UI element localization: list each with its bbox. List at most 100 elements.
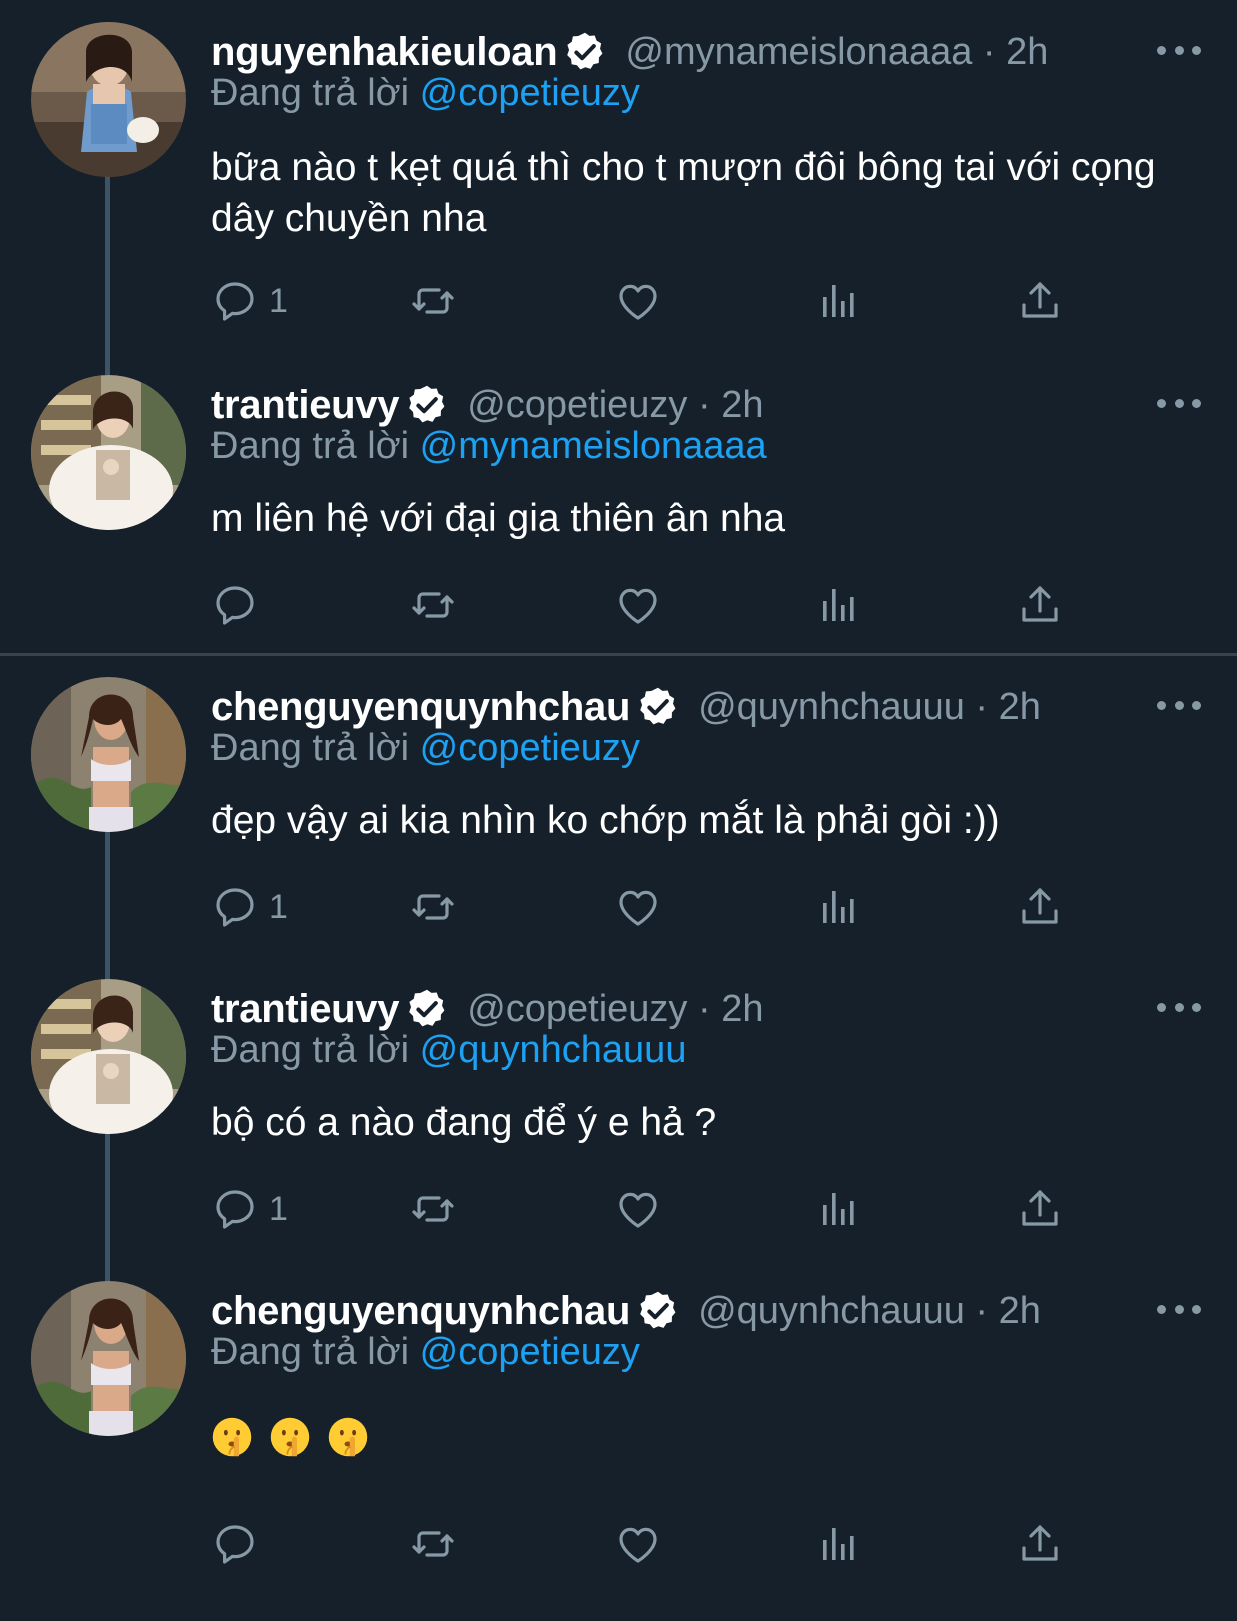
tweet-text: m liên hệ với đại gia thiên ân nha (211, 497, 786, 540)
like-button[interactable] (614, 882, 662, 932)
analytics-icon (815, 581, 863, 629)
replying-prefix: Đang trả lời (211, 72, 410, 114)
share-icon (1016, 883, 1064, 931)
reply-mention-link[interactable]: @quynhchauuu (420, 1029, 687, 1071)
replying-prefix: Đang trả lời (211, 727, 410, 769)
tweet[interactable]: chenguyenquynhchau @quynhchauuu · 2h Đan… (0, 677, 1237, 957)
retweet-button[interactable] (409, 580, 457, 630)
analytics-icon (815, 277, 863, 325)
tweet-emoji (211, 1416, 369, 1458)
tweet-actions (211, 1519, 1091, 1569)
retweet-button[interactable] (409, 1184, 457, 1234)
reply-icon (211, 883, 259, 931)
heart-icon (614, 581, 662, 629)
share-button[interactable] (1016, 1519, 1064, 1569)
reply-count: 1 (269, 1189, 288, 1228)
replying-to: Đang trả lời @copetieuzy (211, 72, 640, 115)
tweet-actions: 1 (211, 276, 1091, 326)
reply-icon (211, 277, 259, 325)
verified-badge-icon (636, 685, 680, 729)
conversation-divider (0, 653, 1237, 656)
share-icon (1016, 277, 1064, 325)
reply-mention-link[interactable]: @copetieuzy (420, 1331, 640, 1373)
reply-mention-link[interactable]: @copetieuzy (420, 727, 640, 769)
display-name[interactable]: nguyenhakieuloan (211, 30, 558, 75)
avatar[interactable] (31, 375, 186, 530)
analytics-icon (815, 1185, 863, 1233)
verified-badge-icon (636, 1289, 680, 1333)
share-button[interactable] (1016, 276, 1064, 326)
avatar[interactable] (31, 979, 186, 1134)
retweet-icon (409, 277, 457, 325)
reply-count: 1 (269, 281, 288, 320)
shushing-face-emoji-icon (327, 1416, 369, 1458)
views-button[interactable] (815, 882, 863, 932)
reply-button[interactable]: 1 (211, 276, 288, 326)
verified-badge-icon (563, 30, 607, 74)
share-icon (1016, 581, 1064, 629)
handle-and-time: @copetieuzy · 2h (467, 987, 764, 1030)
retweet-button[interactable] (409, 1519, 457, 1569)
reply-button[interactable]: 1 (211, 882, 288, 932)
retweet-button[interactable] (409, 276, 457, 326)
more-icon[interactable] (1157, 40, 1201, 60)
share-icon (1016, 1520, 1064, 1568)
reply-mention-link[interactable]: @copetieuzy (420, 72, 640, 114)
tweet[interactable]: chenguyenquynhchau @quynhchauuu · 2h Đan… (0, 1281, 1237, 1601)
display-name[interactable]: chenguyenquynhchau (211, 685, 630, 730)
reply-button[interactable]: 1 (211, 1184, 288, 1234)
more-icon[interactable] (1157, 393, 1201, 413)
more-icon[interactable] (1157, 997, 1201, 1017)
reply-button[interactable] (211, 580, 269, 630)
analytics-icon (815, 883, 863, 931)
avatar[interactable] (31, 22, 186, 177)
avatar[interactable] (31, 677, 186, 832)
display-name[interactable]: trantieuvy (211, 383, 399, 428)
replying-prefix: Đang trả lời (211, 425, 410, 467)
avatar[interactable] (31, 1281, 186, 1436)
display-name[interactable]: chenguyenquynhchau (211, 1289, 630, 1334)
handle-and-time: @copetieuzy · 2h (467, 383, 764, 426)
retweet-button[interactable] (409, 882, 457, 932)
replying-to: Đang trả lời @quynhchauuu (211, 1029, 686, 1072)
more-icon[interactable] (1157, 1299, 1201, 1319)
share-button[interactable] (1016, 1184, 1064, 1234)
like-button[interactable] (614, 580, 662, 630)
retweet-icon (409, 883, 457, 931)
tweet-text: đẹp vậy ai kia nhìn ko chớp mắt là phải … (211, 799, 1000, 842)
tweet[interactable]: trantieuvy @copetieuzy · 2h Đang trả lời… (0, 979, 1237, 1259)
retweet-icon (409, 581, 457, 629)
views-button[interactable] (815, 276, 863, 326)
views-button[interactable] (815, 1519, 863, 1569)
like-button[interactable] (614, 1519, 662, 1569)
verified-badge-icon (405, 383, 449, 427)
display-name[interactable]: trantieuvy (211, 987, 399, 1032)
heart-icon (614, 1520, 662, 1568)
reply-mention-link[interactable]: @mynameislonaaaa (420, 425, 767, 467)
verified-badge-icon (405, 987, 449, 1031)
tweet-actions: 1 (211, 882, 1091, 932)
tweet-actions (211, 580, 1091, 630)
reply-icon (211, 1185, 259, 1233)
analytics-icon (815, 1520, 863, 1568)
reply-button[interactable] (211, 1519, 269, 1569)
heart-icon (614, 277, 662, 325)
tweet-text: bộ có a nào đang để ý e hả ? (211, 1101, 717, 1144)
more-icon[interactable] (1157, 695, 1201, 715)
handle-and-time: @quynhchauuu · 2h (698, 1289, 1041, 1332)
share-button[interactable] (1016, 580, 1064, 630)
like-button[interactable] (614, 276, 662, 326)
replying-to: Đang trả lời @copetieuzy (211, 1331, 640, 1374)
replying-prefix: Đang trả lời (211, 1331, 410, 1373)
tweet[interactable]: nguyenhakieuloan @mynameislonaaaa · 2h Đ… (0, 22, 1237, 352)
like-button[interactable] (614, 1184, 662, 1234)
views-button[interactable] (815, 1184, 863, 1234)
tweet[interactable]: trantieuvy @copetieuzy · 2h Đang trả lời… (0, 375, 1237, 635)
reply-icon (211, 1520, 259, 1568)
shushing-face-emoji-icon (211, 1416, 253, 1458)
views-button[interactable] (815, 580, 863, 630)
share-button[interactable] (1016, 882, 1064, 932)
handle-and-time: @quynhchauuu · 2h (698, 685, 1041, 728)
reply-count: 1 (269, 887, 288, 926)
replying-prefix: Đang trả lời (211, 1029, 410, 1071)
